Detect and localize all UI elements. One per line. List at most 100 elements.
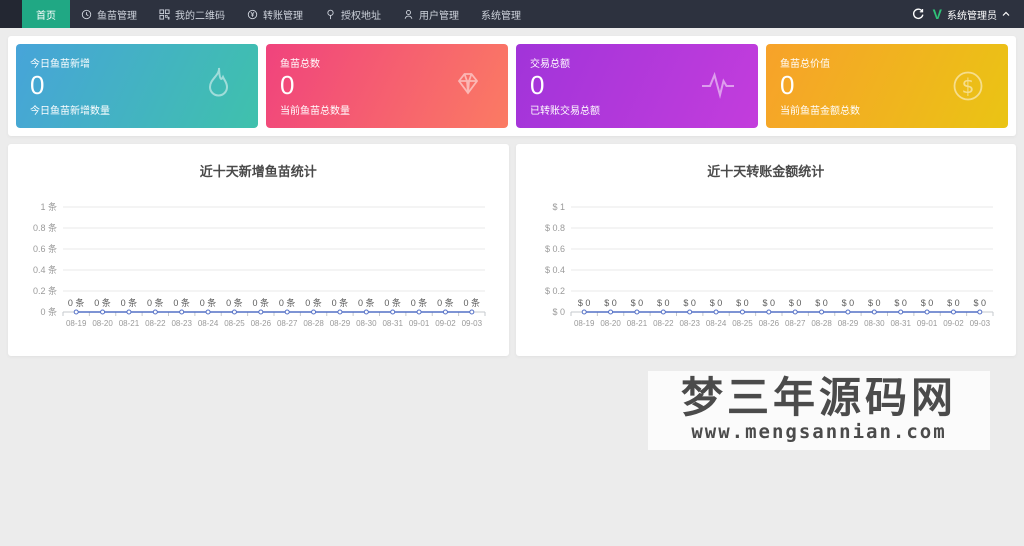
location-pin-icon xyxy=(327,9,334,19)
svg-text:09-03: 09-03 xyxy=(462,319,483,328)
svg-text:08-26: 08-26 xyxy=(758,319,779,328)
svg-text:$ 0: $ 0 xyxy=(789,298,802,308)
svg-text:$ 0: $ 0 xyxy=(921,298,934,308)
svg-text:$: $ xyxy=(962,74,975,98)
refresh-button[interactable] xyxy=(912,8,924,20)
svg-text:0 条: 0 条 xyxy=(279,297,296,308)
svg-text:0 条: 0 条 xyxy=(174,297,191,308)
svg-text:0 条: 0 条 xyxy=(437,297,454,308)
svg-text:08-19: 08-19 xyxy=(574,319,595,328)
nav-item-my-qrcode[interactable]: 我的二维码 xyxy=(148,0,236,28)
user-icon xyxy=(404,9,413,19)
nav-item-label: 转账管理 xyxy=(263,10,303,22)
diamond-icon xyxy=(457,73,479,95)
top-navbar: 首页 鱼苗管理 我的二维码 转账管理 授权地址 用户管理 系统管理 V 系统管理… xyxy=(0,0,1024,28)
nav-item-user-management[interactable]: 用户管理 xyxy=(392,0,470,28)
nav-item-label: 首页 xyxy=(36,10,56,22)
username: 系统管理员 xyxy=(947,10,997,22)
svg-text:$ 0: $ 0 xyxy=(578,298,591,308)
svg-text:08-20: 08-20 xyxy=(600,319,621,328)
svg-text:$ 0.8: $ 0.8 xyxy=(545,223,565,233)
svg-text:$ 0: $ 0 xyxy=(947,298,960,308)
svg-text:$ 0: $ 0 xyxy=(552,307,565,317)
svg-text:08-30: 08-30 xyxy=(356,319,377,328)
svg-text:$ 0: $ 0 xyxy=(894,298,907,308)
nav-item-authorized-address[interactable]: 授权地址 xyxy=(314,0,392,28)
nav-item-system-management[interactable]: 系统管理 xyxy=(470,0,532,28)
pulse-icon xyxy=(702,71,734,99)
svg-text:08-25: 08-25 xyxy=(732,319,753,328)
stat-card-total-fry: 鱼苗总数 0 当前鱼苗总数量 xyxy=(266,44,508,128)
nav-item-label: 授权地址 xyxy=(341,10,381,22)
stats-panel: 今日鱼苗新增 0 今日鱼苗新增数量 鱼苗总数 0 当前鱼苗总数量 交易总额 0 … xyxy=(8,36,1016,136)
nav-menu: 首页 鱼苗管理 我的二维码 转账管理 授权地址 用户管理 系统管理 xyxy=(22,0,912,28)
svg-text:08-24: 08-24 xyxy=(706,319,727,328)
svg-text:$ 0: $ 0 xyxy=(604,298,617,308)
svg-text:0 条: 0 条 xyxy=(68,297,85,308)
svg-text:$ 0: $ 0 xyxy=(973,298,986,308)
svg-text:0.4 条: 0.4 条 xyxy=(33,264,57,275)
qrcode-icon xyxy=(159,8,170,20)
clock-icon xyxy=(81,9,92,19)
svg-text:0 条: 0 条 xyxy=(358,297,375,308)
svg-text:0 条: 0 条 xyxy=(147,297,164,308)
svg-text:08-23: 08-23 xyxy=(679,319,700,328)
svg-text:1 条: 1 条 xyxy=(41,201,58,212)
svg-text:$ 1: $ 1 xyxy=(552,202,565,212)
yuan-circle-icon xyxy=(247,9,258,19)
svg-text:08-23: 08-23 xyxy=(172,319,193,328)
svg-text:$ 0: $ 0 xyxy=(710,298,723,308)
nav-item-label: 鱼苗管理 xyxy=(97,10,137,22)
nav-item-fry-management[interactable]: 鱼苗管理 xyxy=(70,0,148,28)
svg-text:08-29: 08-29 xyxy=(330,319,351,328)
svg-text:0 条: 0 条 xyxy=(41,306,58,317)
avatar: V xyxy=(932,6,942,22)
svg-text:08-21: 08-21 xyxy=(626,319,647,328)
svg-text:08-27: 08-27 xyxy=(785,319,806,328)
svg-text:0 条: 0 条 xyxy=(253,297,270,308)
svg-text:08-28: 08-28 xyxy=(304,319,325,328)
navbar-right: V 系统管理员 xyxy=(912,0,1024,28)
charts-row: 近十天新增鱼苗统计 1 条 0.8 条 0.6 条 0.4 条 0.2 条 0 条 0 条 0… xyxy=(8,144,1016,356)
svg-text:08-31: 08-31 xyxy=(890,319,911,328)
svg-text:08-24: 08-24 xyxy=(198,319,219,328)
svg-text:08-19: 08-19 xyxy=(66,319,87,328)
nav-item-label: 用户管理 xyxy=(419,10,459,22)
svg-text:08-22: 08-22 xyxy=(653,319,674,328)
svg-text:09-02: 09-02 xyxy=(435,319,456,328)
watermark: 梦三年源码网 www.mengsannian.com xyxy=(648,371,990,451)
watermark-title: 梦三年源码网 xyxy=(680,373,957,422)
svg-text:$ 0.4: $ 0.4 xyxy=(545,265,565,275)
svg-text:08-25: 08-25 xyxy=(224,319,245,328)
svg-text:08-31: 08-31 xyxy=(383,319,404,328)
user-menu[interactable]: V 系统管理员 xyxy=(933,7,1010,22)
svg-text:0 条: 0 条 xyxy=(411,297,428,308)
nav-item-transfer-management[interactable]: 转账管理 xyxy=(236,0,314,28)
svg-text:08-21: 08-21 xyxy=(119,319,140,328)
svg-text:$ 0: $ 0 xyxy=(762,298,775,308)
line-chart-transfer-amount: $ 1 $ 0.8 $ 0.6 $ 0.4 $ 0.2 $ 0 $ 0 08-19 $ 0 08-… xyxy=(545,202,994,328)
svg-text:$ 0: $ 0 xyxy=(841,298,854,308)
svg-text:$ 0: $ 0 xyxy=(630,298,643,308)
svg-text:0 条: 0 条 xyxy=(306,297,323,308)
svg-text:0.2 条: 0.2 条 xyxy=(33,285,57,296)
svg-text:09-01: 09-01 xyxy=(409,319,430,328)
svg-text:0 条: 0 条 xyxy=(95,297,112,308)
svg-text:0 条: 0 条 xyxy=(464,297,481,308)
svg-text:$ 0.6: $ 0.6 xyxy=(545,244,565,254)
chart-title: 近十天转账金额统计 xyxy=(707,164,825,179)
svg-text:$ 0: $ 0 xyxy=(868,298,881,308)
svg-text:$ 0: $ 0 xyxy=(683,298,696,308)
refresh-icon xyxy=(912,8,924,20)
svg-text:08-20: 08-20 xyxy=(93,319,114,328)
svg-text:08-27: 08-27 xyxy=(277,319,298,328)
svg-text:08-22: 08-22 xyxy=(145,319,166,328)
stat-card-total-fry-value: 鱼苗总价值 0 当前鱼苗金额总数 $ xyxy=(766,44,1008,128)
logo-box xyxy=(0,0,22,28)
nav-item-home[interactable]: 首页 xyxy=(22,0,70,28)
stat-card-total-transactions: 交易总额 0 已转账交易总额 xyxy=(516,44,758,128)
svg-text:0 条: 0 条 xyxy=(121,297,138,308)
svg-text:0 条: 0 条 xyxy=(226,297,243,308)
svg-text:$ 0.2: $ 0.2 xyxy=(545,286,565,296)
nav-item-label: 我的二维码 xyxy=(175,10,225,22)
